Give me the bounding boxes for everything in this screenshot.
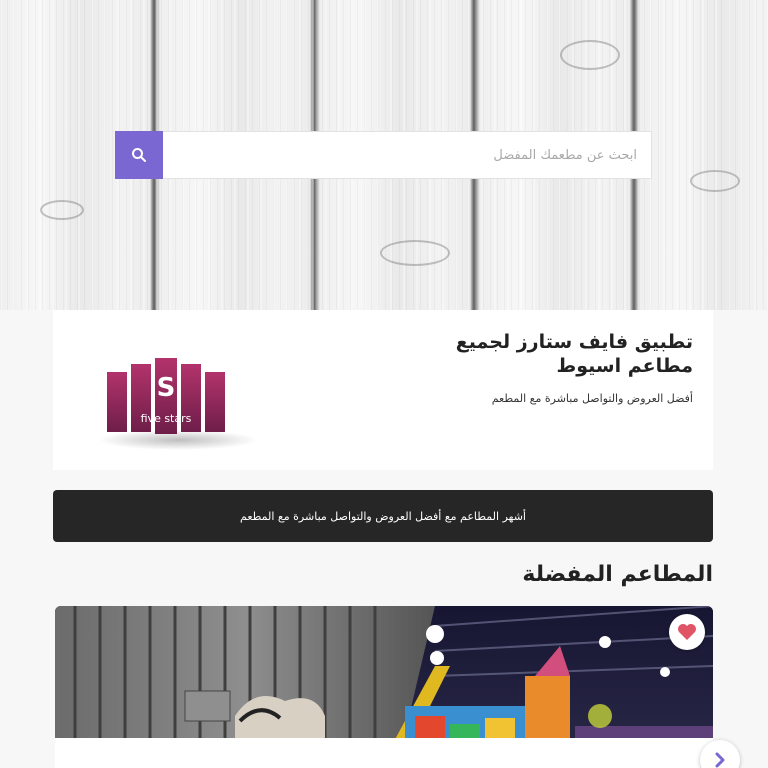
hero-background: [0, 0, 768, 310]
favorites-title: المطاعم المفضلة: [522, 562, 713, 587]
logo-text: five stars: [141, 412, 192, 425]
search-button[interactable]: [115, 131, 163, 179]
five-stars-logo: S five stars: [98, 358, 258, 450]
intro-subtitle: أفضل العروض والتواصل مباشرة مع المطعم: [491, 392, 693, 405]
wood-knot: [560, 40, 620, 70]
wood-knot: [380, 240, 450, 266]
banner-text: أشهر المطاعم مع أفضل العروض والتواصل مبا…: [240, 509, 526, 523]
carousel-next-button[interactable]: [700, 740, 740, 768]
intro-text: تطبيق فايف ستارز لجميع مطاعم اسيوط أفضل …: [393, 330, 693, 405]
restaurant-card-footer: [55, 738, 713, 768]
heart-icon: [678, 624, 696, 640]
logo-letter: S: [157, 373, 176, 403]
wood-knot: [40, 200, 84, 220]
favorite-button[interactable]: [669, 614, 705, 650]
search-input[interactable]: [163, 131, 652, 179]
chevron-right-icon: [715, 752, 725, 768]
search-bar: [115, 131, 652, 179]
wood-knot: [690, 170, 740, 192]
intro-card: تطبيق فايف ستارز لجميع مطاعم اسيوط أفضل …: [53, 310, 713, 470]
search-icon: [132, 148, 146, 162]
intro-title: تطبيق فايف ستارز لجميع مطاعم اسيوط: [455, 331, 693, 377]
promo-banner: أشهر المطاعم مع أفضل العروض والتواصل مبا…: [53, 490, 713, 542]
